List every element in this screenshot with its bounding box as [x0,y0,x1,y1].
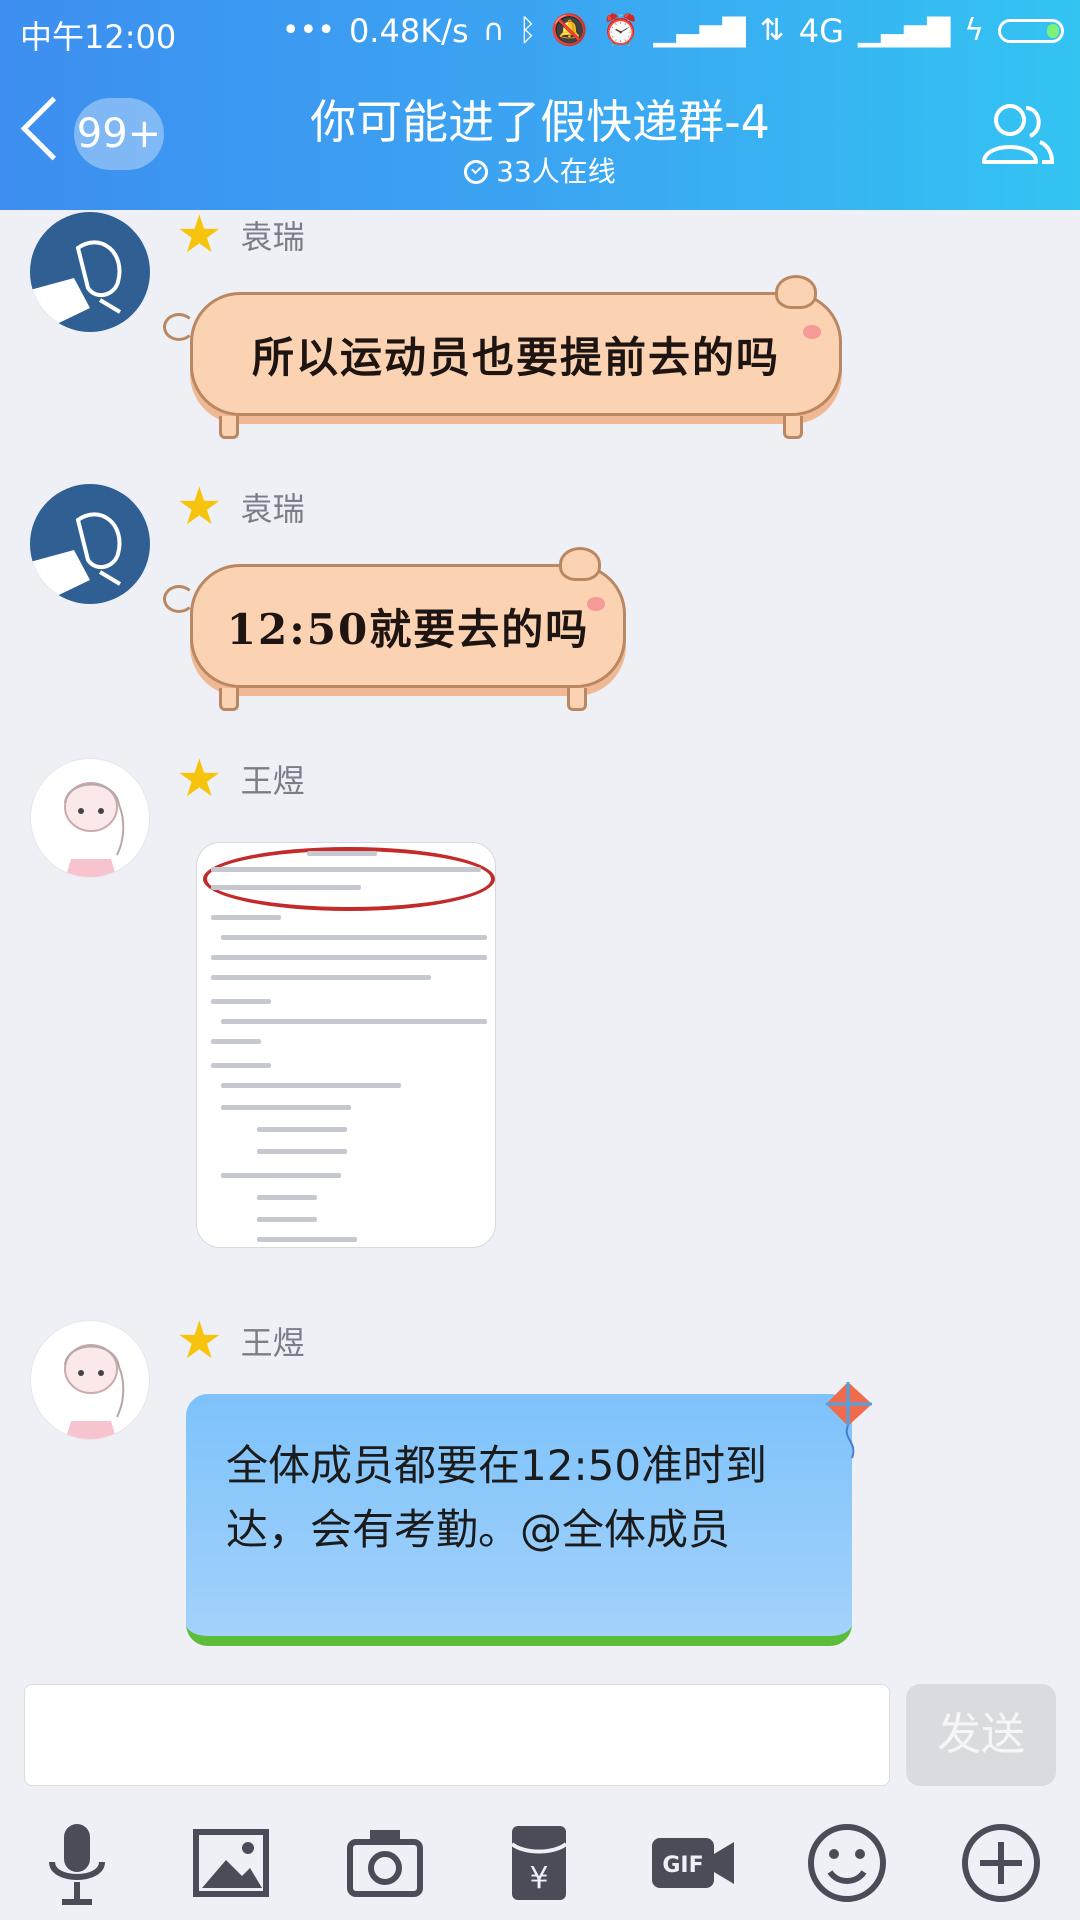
sender-label: 王煜 [240,1324,305,1362]
emoji-icon[interactable] [802,1818,892,1908]
status-time: 中午12:00 [20,18,177,56]
girl-avatar-icon [64,1344,125,1439]
message-bubble[interactable]: 所以运动员也要提前去的吗 [163,275,842,439]
sender-label: 王煜 [240,762,305,800]
avatar[interactable] [30,484,150,604]
message-text: 全体成员都要在12:50准时到达，会有考勤。@全体成员 [226,1441,768,1554]
pig-tail [163,313,195,341]
chat-header: 中午12:00 ••• 0.48K/s ∩ ᛒ 🔕 ⏰ ▁▃▅▇ ⇅ 4G ▁▃… [0,0,1080,210]
headphone-icon: ∩ [482,13,505,48]
doc-line [257,1217,317,1222]
doc-line [221,1019,487,1024]
fish-avatar-icon [30,240,122,332]
sender-name: ★ 袁瑞 [176,477,305,537]
red-circle-mark [203,847,495,911]
pig-tail [163,585,195,613]
status-bar: 中午12:00 ••• 0.48K/s ∩ ᛒ 🔕 ⏰ ▁▃▅▇ ⇅ 4G ▁▃… [0,0,1080,62]
sender-label: 袁瑞 [240,218,305,256]
pig-leg [219,688,239,711]
girl-avatar-icon [64,782,125,877]
doc-line [307,851,377,856]
doc-line [257,1195,317,1200]
doc-line [211,1039,261,1044]
signal-icon-2: ▁▃▅▇ [857,13,951,48]
online-status: 33人在线 [0,150,1080,190]
doc-line [221,935,487,940]
doc-line [211,885,361,890]
alarm-icon: ⏰ [601,13,640,48]
network-type: 4G [798,12,844,50]
doc-line [211,999,271,1004]
svg-text:¥: ¥ [529,1861,548,1896]
avatar[interactable] [30,1320,150,1440]
gif-icon[interactable]: GIF [648,1818,738,1908]
pig-leg [783,416,803,439]
doc-line [211,915,281,920]
star-icon: ★ [176,749,223,809]
sender-name: ★ 王煜 [176,1311,305,1371]
doc-line [257,1149,347,1154]
message-text: 12:50就要去的吗 [226,604,590,654]
avatar[interactable] [30,212,150,332]
star-icon: ★ [176,1311,223,1371]
image-icon[interactable] [186,1818,276,1908]
star-icon: ★ [176,205,223,265]
doc-line [257,1237,357,1242]
fish-avatar-icon [30,512,122,604]
pig-leg [219,416,239,439]
sender-name: ★ 袁瑞 [176,205,305,265]
group-members-icon[interactable] [974,98,1054,168]
avatar[interactable] [30,758,150,878]
doc-line [211,867,481,872]
doc-line [211,1063,271,1068]
signal-icon: ▁▃▅▇ [653,13,746,48]
red-packet-icon[interactable]: ¥ [494,1818,584,1908]
check-circle-icon [464,160,489,184]
svg-text:GIF: GIF [662,1853,703,1878]
status-icons: ••• 0.48K/s ∩ ᛒ 🔕 ⏰ ▁▃▅▇ ⇅ 4G ▁▃▅▇ ϟ [282,12,1064,50]
message-text: 所以运动员也要提前去的吗 [251,332,780,382]
dots-icon: ••• [281,13,335,48]
plus-icon[interactable] [956,1818,1046,1908]
charging-icon: ϟ [964,13,984,48]
send-button[interactable]: 发送 [906,1684,1056,1786]
network-speed: 0.48K/s [348,12,469,50]
microphone-icon[interactable] [32,1818,122,1908]
image-message[interactable] [196,842,496,1248]
mute-icon: 🔕 [550,13,588,48]
message-bubble[interactable]: 12:50就要去的吗 [163,547,626,711]
data-arrows-icon: ⇅ [759,13,785,48]
pig-leg [567,688,587,711]
doc-line [221,1105,351,1110]
doc-line [221,1173,341,1178]
sender-name: ★ 王煜 [176,749,305,809]
bluetooth-icon: ᛒ [518,13,537,48]
group-title: 你可能进了假快递群-4 [310,95,770,149]
battery-icon [998,19,1064,43]
camera-icon[interactable] [340,1818,430,1908]
star-icon: ★ [176,477,223,537]
message-bubble[interactable]: 全体成员都要在12:50准时到达，会有考勤。@全体成员 [186,1394,852,1646]
sender-label: 袁瑞 [240,490,305,528]
doc-line [221,1083,401,1088]
kite-icon [826,1382,872,1459]
doc-line [211,975,431,980]
online-count: 33人在线 [496,155,616,188]
message-input[interactable] [24,1684,890,1786]
doc-line [257,1127,347,1132]
doc-line [211,955,487,960]
chat-toolbar: ¥ GIF [0,1812,1080,1920]
